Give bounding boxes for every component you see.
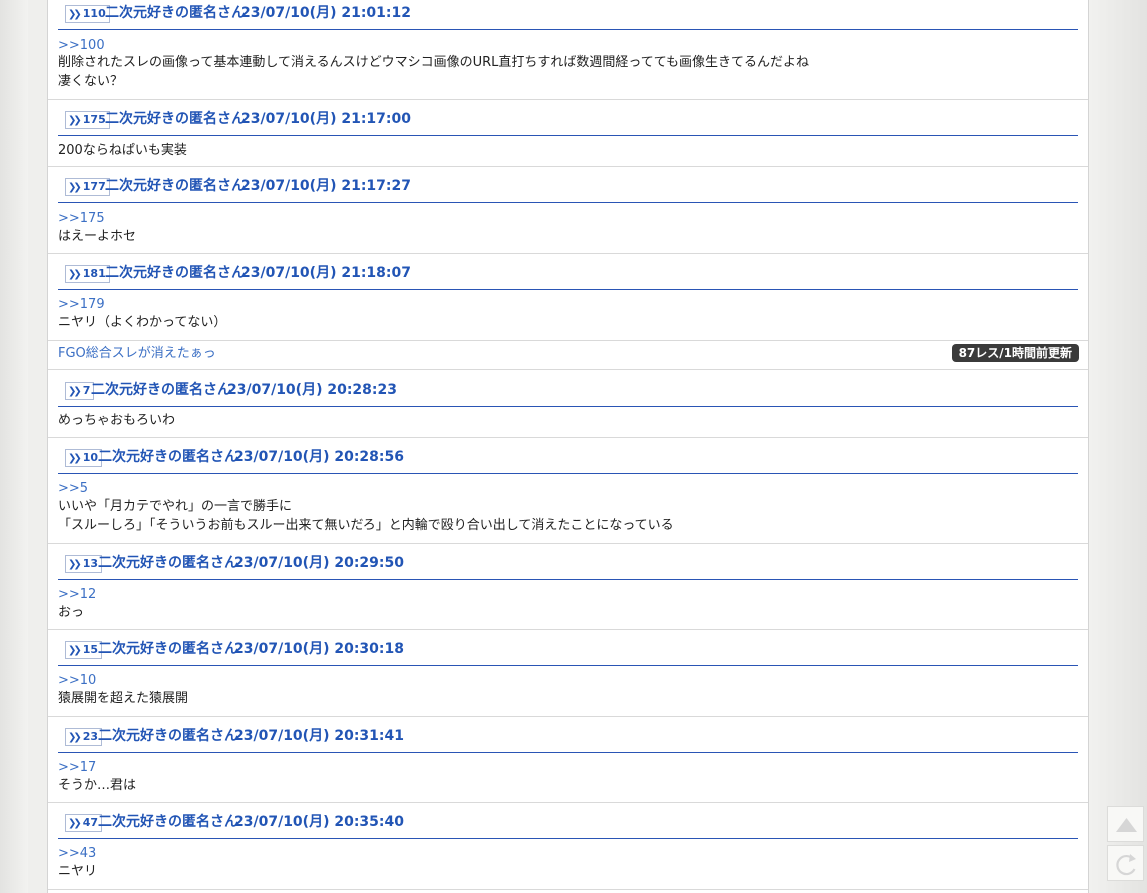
reply-anchor-link[interactable]: >>179 — [58, 296, 105, 313]
post-number-button[interactable]: ❯❯ 47 — [65, 814, 103, 832]
post-date: 23/07/10(月) 20:31:41 — [234, 728, 404, 744]
double-chevron-icon: ❯❯ — [68, 645, 82, 656]
post-date: 23/07/10(月) 21:17:27 — [241, 178, 411, 194]
post-date: 23/07/10(月) 20:29:50 — [234, 555, 404, 571]
post: ❯❯ 13 二次元好きの匿名さん 23/07/10(月) 20:29:50 >>1… — [48, 544, 1088, 630]
double-chevron-icon: ❯❯ — [68, 386, 82, 397]
post-number-button[interactable]: ❯❯ 175 — [65, 111, 110, 129]
post-text-line: おっ — [58, 605, 85, 620]
post-text-line: 「スルーしろ」「そういうお前もスルー出来て無いだろ」と内輪で殴り合い出して消えた… — [58, 518, 674, 533]
reply-anchor-link[interactable]: >>12 — [58, 586, 96, 603]
post-header: ❯❯ 7 二次元好きの匿名さん 23/07/10(月) 20:28:23 — [58, 376, 1078, 407]
post-header: ❯❯ 13 二次元好きの匿名さん 23/07/10(月) 20:29:50 — [58, 549, 1078, 580]
poster-name: 二次元好きの匿名さん — [98, 728, 238, 744]
reply-anchor-link[interactable]: >>43 — [58, 845, 96, 862]
post-date: 23/07/10(月) 20:35:40 — [234, 814, 404, 830]
post-number-button[interactable]: ❯❯ 15 — [65, 641, 103, 659]
post-number-button[interactable]: ❯❯ 177 — [65, 178, 110, 196]
double-chevron-icon: ❯❯ — [68, 182, 82, 193]
double-chevron-icon: ❯❯ — [68, 9, 82, 20]
post: ❯❯ 177 二次元好きの匿名さん 23/07/10(月) 21:17:27 >>… — [48, 167, 1088, 254]
thread-title-link[interactable]: FGO総合スレが消えたぁっ — [58, 345, 216, 362]
poster-name: 二次元好きの匿名さん — [98, 641, 238, 657]
double-chevron-icon: ❯❯ — [68, 732, 82, 743]
post-header: ❯❯ 110 二次元好きの匿名さん 23/07/10(月) 21:01:12 — [58, 0, 1078, 30]
post: ❯❯ 110 二次元好きの匿名さん 23/07/10(月) 21:01:12 >>… — [48, 0, 1088, 100]
post-header: ❯❯ 177 二次元好きの匿名さん 23/07/10(月) 21:17:27 — [58, 172, 1078, 203]
double-chevron-icon: ❯❯ — [68, 453, 82, 464]
post-text-line: そうか…君は — [58, 778, 137, 793]
post: ❯❯ 7 二次元好きの匿名さん 23/07/10(月) 20:28:23 めっちゃ… — [48, 370, 1088, 438]
poster-name: 二次元好きの匿名さん — [91, 382, 231, 398]
reply-anchor-link[interactable]: >>17 — [58, 759, 96, 776]
post-text-line: ニヤリ（よくわかってない） — [58, 315, 227, 330]
thread-row[interactable]: FGO総合スレが消えたぁっ 87レス/1時間前更新 — [48, 341, 1088, 370]
post: ❯❯ 47 二次元好きの匿名さん 23/07/10(月) 20:35:40 >>4… — [48, 803, 1088, 890]
post-text-line: ニヤリ — [58, 864, 98, 879]
reload-icon — [1116, 854, 1136, 876]
double-chevron-icon: ❯❯ — [68, 115, 82, 126]
post: ❯❯ 175 二次元好きの匿名さん 23/07/10(月) 21:17:00 20… — [48, 100, 1088, 167]
post-date: 23/07/10(月) 20:30:18 — [234, 641, 404, 657]
post-number-button[interactable]: ❯❯ 7 — [65, 382, 95, 400]
post-text-line: 凄くない？ — [58, 74, 124, 89]
post-date: 23/07/10(月) 21:18:07 — [241, 265, 411, 281]
poster-name: 二次元好きの匿名さん — [105, 178, 245, 194]
post-date: 23/07/10(月) 21:17:00 — [241, 111, 411, 127]
post-header: ❯❯ 181 二次元好きの匿名さん 23/07/10(月) 21:18:07 — [58, 259, 1078, 290]
double-chevron-icon: ❯❯ — [68, 559, 82, 570]
post-number-button[interactable]: ❯❯ 23 — [65, 728, 103, 746]
left-background — [0, 0, 28, 893]
post-text-line: 200ならねぱいも実装 — [58, 143, 187, 158]
post-number-button[interactable]: ❯❯ 10 — [65, 449, 103, 467]
post-date: 23/07/10(月) 21:01:12 — [241, 5, 411, 21]
post: ❯❯ 15 二次元好きの匿名さん 23/07/10(月) 20:30:18 >>1… — [48, 630, 1088, 717]
triangle-up-icon — [1116, 818, 1137, 832]
poster-name: 二次元好きの匿名さん — [98, 555, 238, 571]
post: ❯❯ 10 二次元好きの匿名さん 23/07/10(月) 20:28:56 >>5… — [48, 438, 1088, 544]
post-header: ❯❯ 47 二次元好きの匿名さん 23/07/10(月) 20:35:40 — [58, 808, 1078, 839]
post-text-line: 削除されたスレの画像って基本連動して消えるんスけどウマシコ画像のURL直打ちすれ… — [58, 55, 810, 70]
post-number-button[interactable]: ❯❯ 110 — [65, 5, 110, 23]
post-text-line: 猿展開を超えた猿展開 — [58, 691, 189, 706]
post-text-line: いいや「月カテでやれ」の一言で勝手に — [58, 499, 293, 514]
poster-name: 二次元好きの匿名さん — [105, 5, 245, 21]
reply-anchor-link[interactable]: >>10 — [58, 672, 96, 689]
post-number-button[interactable]: ❯❯ 13 — [65, 555, 103, 573]
reply-anchor-link[interactable]: >>5 — [58, 480, 88, 497]
poster-name: 二次元好きの匿名さん — [98, 814, 238, 830]
right-background — [1087, 0, 1147, 893]
post-header: ❯❯ 15 二次元好きの匿名さん 23/07/10(月) 20:30:18 — [58, 635, 1078, 666]
post-header: ❯❯ 10 二次元好きの匿名さん 23/07/10(月) 20:28:56 — [58, 443, 1078, 474]
post: ❯❯ 181 二次元好きの匿名さん 23/07/10(月) 21:18:07 >>… — [48, 254, 1088, 341]
poster-name: 二次元好きの匿名さん — [105, 265, 245, 281]
reply-anchor-link[interactable]: >>100 — [58, 37, 105, 54]
reload-button[interactable] — [1107, 845, 1144, 881]
page: ❯❯ 110 二次元好きの匿名さん 23/07/10(月) 21:01:12 >>… — [0, 0, 1147, 893]
post-text-line: はえーよホセ — [58, 229, 137, 244]
scroll-top-button[interactable] — [1107, 806, 1144, 842]
post-header: ❯❯ 175 二次元好きの匿名さん 23/07/10(月) 21:17:00 — [58, 105, 1078, 136]
poster-name: 二次元好きの匿名さん — [105, 111, 245, 127]
poster-name: 二次元好きの匿名さん — [98, 449, 238, 465]
reply-anchor-link[interactable]: >>175 — [58, 210, 105, 227]
double-chevron-icon: ❯❯ — [68, 269, 82, 280]
post-text-line: めっちゃおもろいわ — [58, 413, 176, 428]
post-header: ❯❯ 23 二次元好きの匿名さん 23/07/10(月) 20:31:41 — [58, 722, 1078, 753]
double-chevron-icon: ❯❯ — [68, 818, 82, 829]
post-number-button[interactable]: ❯❯ 181 — [65, 265, 110, 283]
post-list: ❯❯ 110 二次元好きの匿名さん 23/07/10(月) 21:01:12 >>… — [47, 0, 1089, 893]
post-date: 23/07/10(月) 20:28:56 — [234, 449, 404, 465]
reply-count-badge: 87レス/1時間前更新 — [951, 344, 1079, 362]
post: ❯❯ 23 二次元好きの匿名さん 23/07/10(月) 20:31:41 >>1… — [48, 717, 1088, 803]
post-date: 23/07/10(月) 20:28:23 — [227, 382, 397, 398]
